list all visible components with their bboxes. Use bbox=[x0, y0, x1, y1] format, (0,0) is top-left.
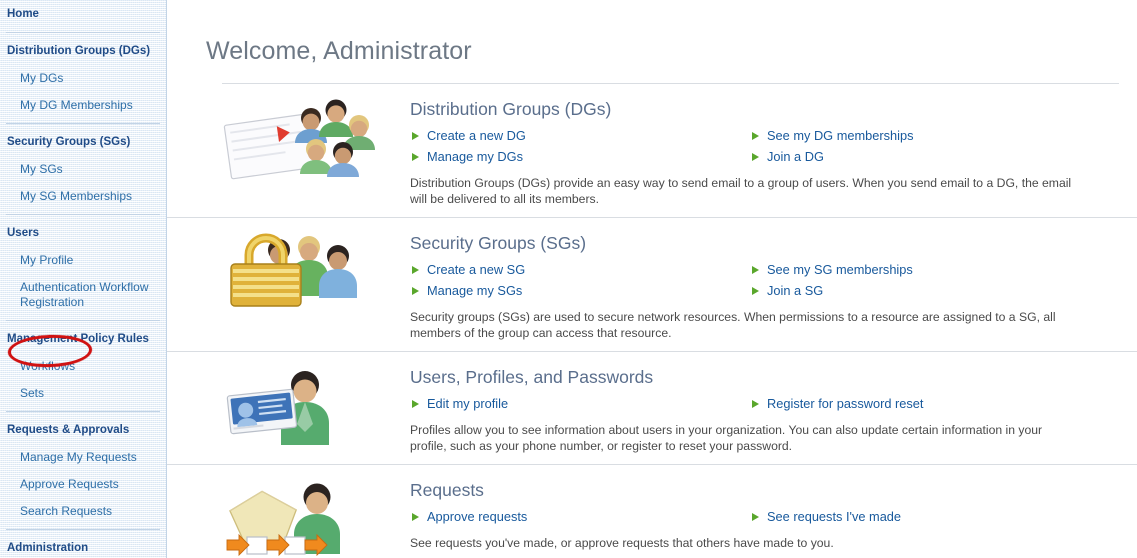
link-approve-requests[interactable]: Approve requests bbox=[410, 507, 750, 527]
sidebar-group-admin: Administration bbox=[0, 534, 166, 558]
section-requests: Requests Approve requests See requests I'v… bbox=[167, 465, 1137, 558]
sidebar-head-distribution-groups[interactable]: Distribution Groups (DGs) bbox=[0, 37, 166, 65]
link-label: Edit my profile bbox=[427, 394, 508, 414]
sidebar-head-administration[interactable]: Administration bbox=[0, 534, 166, 558]
arrow-bullet-icon bbox=[750, 153, 762, 161]
page-title: Welcome, Administrator bbox=[167, 17, 1137, 66]
section-body: Users, Profiles, and Passwords Edit my pr… bbox=[410, 364, 1119, 454]
link-manage-my-dgs[interactable]: Manage my DGs bbox=[410, 147, 750, 167]
link-label: See my DG memberships bbox=[767, 126, 914, 146]
sidebar-item-my-sg-memberships[interactable]: My SG Memberships bbox=[0, 183, 166, 210]
section-distribution-groups: Distribution Groups (DGs) Create a new DG… bbox=[167, 84, 1137, 218]
section-body: Distribution Groups (DGs) Create a new DG… bbox=[410, 96, 1119, 207]
sidebar-group-mpr: Management Policy RulesWorkflowsSets bbox=[0, 325, 166, 407]
id-badge-person-icon bbox=[205, 364, 410, 450]
section-description: Distribution Groups (DGs) provide an eas… bbox=[410, 175, 1082, 207]
section-security-groups: Security Groups (SGs) Create a new SG See … bbox=[167, 218, 1137, 352]
link-join-a-sg[interactable]: Join a SG bbox=[750, 281, 1119, 301]
section-link-grid: Approve requests See requests I've made bbox=[410, 507, 1119, 527]
link-label: Approve requests bbox=[427, 507, 527, 527]
section-link-grid: Edit my profile Register for password res… bbox=[410, 394, 1119, 414]
arrow-bullet-icon bbox=[410, 287, 422, 295]
section-description: Profiles allow you to see information ab… bbox=[410, 422, 1082, 454]
sidebar-group-home: Home bbox=[0, 0, 166, 28]
main-content: Welcome, Administrator Distribution Grou… bbox=[167, 0, 1137, 558]
link-label: See my SG memberships bbox=[767, 260, 913, 280]
arrow-bullet-icon bbox=[750, 513, 762, 521]
section-link-grid: Create a new DG See my DG memberships Mana… bbox=[410, 126, 1119, 167]
sidebar-group-reqs: Requests & ApprovalsManage My RequestsAp… bbox=[0, 416, 166, 525]
section-title: Distribution Groups (DGs) bbox=[410, 98, 1119, 120]
section-link-grid: Create a new SG See my SG memberships Mana… bbox=[410, 260, 1119, 301]
sidebar-divider bbox=[6, 214, 160, 215]
section-description: See requests you've made, or approve req… bbox=[410, 535, 1082, 551]
link-label: Create a new DG bbox=[427, 126, 526, 146]
sidebar-divider bbox=[6, 32, 160, 33]
arrow-bullet-icon bbox=[750, 132, 762, 140]
link-label: Join a DG bbox=[767, 147, 824, 167]
sidebar-divider bbox=[6, 320, 160, 321]
link-see-requests-ive-made[interactable]: See requests I've made bbox=[750, 507, 1119, 527]
section-title: Requests bbox=[410, 479, 1119, 501]
section-body: Requests Approve requests See requests I'v… bbox=[410, 477, 1119, 551]
sidebar-head-requests-approvals[interactable]: Requests & Approvals bbox=[0, 416, 166, 444]
sidebar-divider bbox=[6, 529, 160, 530]
link-register-for-password-reset[interactable]: Register for password reset bbox=[750, 394, 1119, 414]
arrow-bullet-icon bbox=[750, 287, 762, 295]
arrow-bullet-icon bbox=[410, 153, 422, 161]
arrow-bullet-icon bbox=[750, 400, 762, 408]
section-title: Users, Profiles, and Passwords bbox=[410, 366, 1119, 388]
arrow-bullet-icon bbox=[750, 266, 762, 274]
sidebar-head-management-policy-rules[interactable]: Management Policy Rules bbox=[0, 325, 166, 353]
arrow-bullet-icon bbox=[410, 266, 422, 274]
section-body: Security Groups (SGs) Create a new SG See … bbox=[410, 230, 1119, 341]
section-description: Security groups (SGs) are used to secure… bbox=[410, 309, 1082, 341]
sidebar-item-workflows[interactable]: Workflows bbox=[0, 353, 166, 380]
link-see-my-sg-memberships[interactable]: See my SG memberships bbox=[750, 260, 1119, 280]
arrow-bullet-icon bbox=[410, 400, 422, 408]
sidebar-group-users: UsersMy ProfileAuthentication Workflow R… bbox=[0, 219, 166, 316]
sidebar-item-approve-requests[interactable]: Approve Requests bbox=[0, 471, 166, 498]
link-label: Join a SG bbox=[767, 281, 823, 301]
sidebar-item-authentication-workflow-registration[interactable]: Authentication Workflow Registration bbox=[0, 274, 166, 316]
arrow-bullet-icon bbox=[410, 513, 422, 521]
padlock-people-icon bbox=[205, 230, 410, 316]
sidebar-head-users[interactable]: Users bbox=[0, 219, 166, 247]
section-users-profiles-passwords: Users, Profiles, and Passwords Edit my pr… bbox=[167, 352, 1137, 465]
navigation-sidebar: Home Distribution Groups (DGs)My DGsMy DG… bbox=[0, 0, 167, 558]
sidebar-item-my-dgs[interactable]: My DGs bbox=[0, 65, 166, 92]
workflow-arrows-person-icon bbox=[205, 477, 410, 558]
sidebar-item-sets[interactable]: Sets bbox=[0, 380, 166, 407]
link-label: Manage my DGs bbox=[427, 147, 523, 167]
arrow-bullet-icon bbox=[410, 132, 422, 140]
sidebar-head-home[interactable]: Home bbox=[0, 0, 166, 28]
section-title: Security Groups (SGs) bbox=[410, 232, 1119, 254]
link-edit-my-profile[interactable]: Edit my profile bbox=[410, 394, 750, 414]
sidebar-divider bbox=[6, 411, 160, 412]
link-create-a-new-sg[interactable]: Create a new SG bbox=[410, 260, 750, 280]
sidebar-item-my-dg-memberships[interactable]: My DG Memberships bbox=[0, 92, 166, 119]
sidebar-group-dgs: Distribution Groups (DGs)My DGsMy DG Mem… bbox=[0, 37, 166, 119]
sidebar-group-sgs: Security Groups (SGs)My SGsMy SG Members… bbox=[0, 128, 166, 210]
link-label: Create a new SG bbox=[427, 260, 525, 280]
application-window: HomeDistribution Groups (DGs)My DGsMy DG… bbox=[0, 0, 1137, 558]
sidebar-item-search-requests[interactable]: Search Requests bbox=[0, 498, 166, 525]
link-manage-my-sgs[interactable]: Manage my SGs bbox=[410, 281, 750, 301]
link-create-a-new-dg[interactable]: Create a new DG bbox=[410, 126, 750, 146]
envelope-people-icon bbox=[205, 96, 410, 182]
sidebar-divider bbox=[6, 123, 160, 124]
sidebar-item-my-sgs[interactable]: My SGs bbox=[0, 156, 166, 183]
sidebar-item-manage-my-requests[interactable]: Manage My Requests bbox=[0, 444, 166, 471]
section-list: Distribution Groups (DGs) Create a new DG… bbox=[167, 84, 1137, 558]
link-label: Register for password reset bbox=[767, 394, 923, 414]
sidebar-item-my-profile[interactable]: My Profile bbox=[0, 247, 166, 274]
link-see-my-dg-memberships[interactable]: See my DG memberships bbox=[750, 126, 1119, 146]
link-label: Manage my SGs bbox=[427, 281, 522, 301]
sidebar-head-security-groups[interactable]: Security Groups (SGs) bbox=[0, 128, 166, 156]
link-join-a-dg[interactable]: Join a DG bbox=[750, 147, 1119, 167]
link-label: See requests I've made bbox=[767, 507, 901, 527]
